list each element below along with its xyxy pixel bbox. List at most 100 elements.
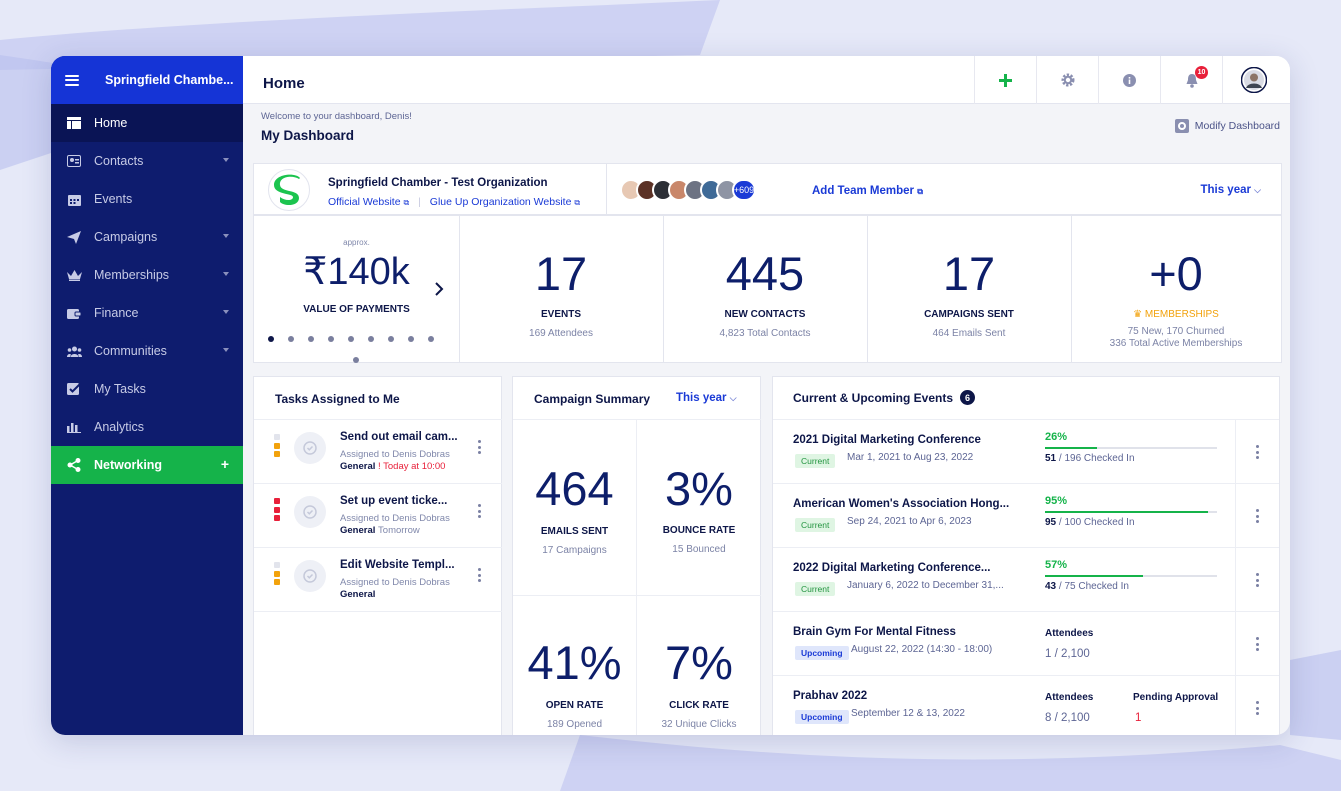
period-select-label: This year: [1200, 184, 1251, 196]
kebab-menu-icon[interactable]: [1256, 701, 1260, 715]
add-networking-button[interactable]: +: [221, 456, 229, 472]
attendees-label: Attendees: [1045, 628, 1094, 639]
kebab-menu-icon[interactable]: [478, 568, 482, 582]
event-name[interactable]: Prabhav 2022: [793, 690, 867, 702]
event-name[interactable]: American Women's Association Hong...: [793, 498, 1009, 510]
info-button[interactable]: [1098, 56, 1160, 104]
task-name[interactable]: Edit Website Templ...: [340, 559, 455, 571]
external-link-icon: ⧉: [574, 198, 581, 207]
kebab-menu-icon[interactable]: [1256, 637, 1260, 651]
sidebar-item-communities[interactable]: Communities: [51, 332, 243, 370]
campaign-click-rate: 7% CLICK RATE 32 Unique Clicks: [637, 639, 761, 730]
team-member-avatars[interactable]: +609: [620, 179, 756, 201]
topbar: Home 10: [243, 56, 1290, 104]
events-label: EVENTS: [540, 309, 581, 320]
create-button[interactable]: [974, 56, 1036, 104]
external-link-icon: ⧉: [403, 198, 410, 207]
hamburger-menu-icon[interactable]: [65, 74, 79, 86]
kebab-menu-icon[interactable]: [1256, 445, 1260, 459]
events-value: 17: [534, 247, 588, 300]
task-item[interactable]: Send out email cam... Assigned to Denis …: [254, 420, 502, 484]
campaign-period-select[interactable]: This year ⌵: [676, 392, 737, 404]
carousel-dot[interactable]: [428, 336, 434, 342]
event-menu-cell: [1235, 548, 1279, 612]
task-meta: General Tomorrow: [340, 525, 420, 536]
check-circle-icon: [303, 441, 317, 455]
gear-icon: [1174, 119, 1189, 133]
contacts-value: 445: [725, 247, 805, 300]
memberships-value: +0: [1149, 247, 1203, 300]
sidebar-item-networking[interactable]: Networking +: [51, 446, 243, 484]
sidebar-item-my-tasks[interactable]: My Tasks: [51, 370, 243, 408]
campaign-bounce-rate: 3% BOUNCE RATE 15 Bounced: [637, 465, 761, 555]
task-complete-button[interactable]: [294, 432, 326, 464]
memberships-sub-new: 75 New, 170 Churned: [1127, 326, 1225, 337]
sidebar-item-events[interactable]: Events: [51, 180, 243, 218]
divider: [606, 164, 607, 214]
checkin-count-value: 95: [1045, 517, 1057, 528]
sidebar-item-label: Memberships: [94, 268, 170, 282]
chevron-right-icon: [435, 282, 444, 296]
event-row[interactable]: 2022 Digital Marketing Conference... Cur…: [773, 548, 1279, 612]
kebab-menu-icon[interactable]: [478, 440, 482, 454]
kebab-menu-icon[interactable]: [478, 504, 482, 518]
checkin-progress-bar: [1045, 447, 1217, 449]
task-complete-button[interactable]: [294, 496, 326, 528]
memberships-sub-total: 336 Total Active Memberships: [1109, 338, 1243, 349]
carousel-dot[interactable]: [268, 336, 274, 342]
task-name[interactable]: Set up event ticke...: [340, 495, 447, 507]
organization-card: Springfield Chamber - Test Organization …: [253, 163, 1282, 215]
event-row[interactable]: American Women's Association Hong... Cur…: [773, 484, 1279, 548]
event-row[interactable]: Brain Gym For Mental Fitness Upcoming Au…: [773, 612, 1279, 676]
chevron-down-icon: ⌵: [729, 393, 737, 403]
sidebar-item-analytics[interactable]: Analytics: [51, 408, 243, 446]
sidebar-item-memberships[interactable]: Memberships: [51, 256, 243, 294]
event-row[interactable]: Prabhav 2022 Upcoming September 12 & 13,…: [773, 676, 1279, 735]
avatar: [1240, 67, 1267, 93]
carousel-dot[interactable]: [408, 336, 414, 342]
sidebar-item-contacts[interactable]: Contacts: [51, 142, 243, 180]
carousel-dot[interactable]: [308, 336, 314, 342]
checkin-percent: 57%: [1045, 559, 1068, 571]
settings-button[interactable]: [1036, 56, 1098, 104]
event-name[interactable]: 2021 Digital Marketing Conference: [793, 434, 981, 446]
stats-row: approx. ₹140k VALUE OF PAYMENTS 17 EVENT…: [253, 215, 1282, 363]
event-name[interactable]: Brain Gym For Mental Fitness: [793, 626, 956, 638]
carousel-dot[interactable]: [368, 336, 374, 342]
add-team-member-link[interactable]: Add Team Member ⧉: [812, 185, 923, 197]
period-select[interactable]: This year ⌵: [1200, 184, 1261, 196]
task-assignee: Assigned to Denis Dobras: [340, 577, 450, 588]
modify-dashboard-button[interactable]: Modify Dashboard: [1174, 119, 1280, 133]
sidebar-org-name[interactable]: Springfield Chambe...: [105, 73, 234, 87]
sidebar-item-campaigns[interactable]: Campaigns: [51, 218, 243, 256]
next-slide-button[interactable]: [434, 282, 444, 301]
task-item[interactable]: Edit Website Templ... Assigned to Denis …: [254, 548, 502, 612]
carousel-dot[interactable]: [353, 357, 359, 363]
task-name[interactable]: Send out email cam...: [340, 431, 458, 443]
events-panel-header: Current & Upcoming Events 6: [793, 390, 976, 405]
notifications-button[interactable]: 10: [1160, 56, 1222, 104]
wallet-icon: [66, 305, 82, 321]
emails-sent-sub: 17 Campaigns: [542, 545, 607, 556]
kebab-menu-icon[interactable]: [1256, 509, 1260, 523]
task-complete-button[interactable]: [294, 560, 326, 592]
chevron-down-icon: [223, 348, 229, 352]
carousel-dot[interactable]: [328, 336, 334, 342]
task-item[interactable]: Set up event ticke... Assigned to Denis …: [254, 484, 502, 548]
event-row[interactable]: 2021 Digital Marketing Conference Curren…: [773, 420, 1279, 484]
sidebar-item-label: Contacts: [94, 154, 144, 168]
carousel-dot[interactable]: [348, 336, 354, 342]
official-website-link[interactable]: Official Website: [328, 196, 401, 208]
glue-up-website-link[interactable]: Glue Up Organization Website: [430, 196, 572, 208]
carousel-dot[interactable]: [388, 336, 394, 342]
user-menu-button[interactable]: [1222, 56, 1284, 104]
kebab-menu-icon[interactable]: [1256, 573, 1260, 587]
carousel-dot[interactable]: [288, 336, 294, 342]
event-name[interactable]: 2022 Digital Marketing Conference...: [793, 562, 990, 574]
priority-indicator: [274, 498, 280, 521]
chevron-down-icon: [223, 158, 229, 162]
divider: [513, 419, 761, 420]
sidebar-item-label: Home: [94, 116, 128, 130]
sidebar-item-home[interactable]: Home: [51, 104, 243, 142]
sidebar-item-finance[interactable]: Finance: [51, 294, 243, 332]
